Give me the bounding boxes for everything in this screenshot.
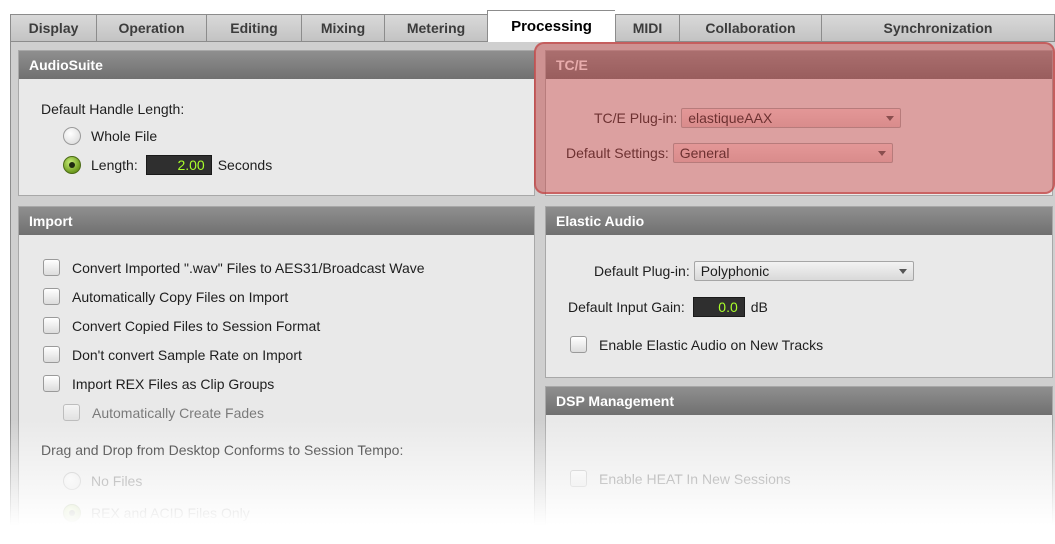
default-plugin-select[interactable]: Polyphonic [693,261,914,281]
elastic-audio-panel: Elastic Audio Default Plug-in: Polyphoni… [545,206,1053,378]
whole-file-label: Whole File [91,128,158,144]
copy-files-checkbox[interactable] [43,288,60,305]
tce-highlight-overlay [534,42,1055,194]
import-option-copy-files[interactable]: Automatically Copy Files on Import [43,288,288,305]
import-option-rex-clip-groups[interactable]: Import REX Files as Clip Groups [43,375,274,392]
dsp-management-panel: DSP Management Enable HEAT In New Sessio… [545,386,1053,544]
tab-processing[interactable]: Processing [487,10,615,42]
create-fades-checkbox[interactable] [63,404,80,421]
default-plugin-value: Polyphonic [700,263,770,279]
import-option-convert-copied[interactable]: Convert Copied Files to Session Format [43,317,320,334]
rex-acid-radio[interactable] [63,504,81,522]
convert-copied-checkbox[interactable] [43,317,60,334]
import-option-create-fades[interactable]: Automatically Create Fades [63,404,264,421]
whole-file-radio[interactable] [63,127,81,145]
rex-acid-label: REX and ACID Files Only [91,505,250,521]
dsp-management-header: DSP Management [546,387,1052,415]
tab-metering[interactable]: Metering [384,14,487,42]
tab-synchronization[interactable]: Synchronization [821,14,1055,42]
copy-files-label: Automatically Copy Files on Import [72,288,289,305]
preferences-tabbar: Display Operation Editing Mixing Meterin… [10,10,1055,42]
audiosuite-header: AudioSuite [19,51,534,79]
default-handle-length-label: Default Handle Length: [41,101,185,117]
no-files-option[interactable]: No Files [63,472,142,490]
seconds-label: Seconds [217,157,273,173]
tab-display[interactable]: Display [10,14,96,42]
chevron-down-icon [898,269,907,274]
whole-file-option[interactable]: Whole File [63,127,157,145]
rex-acid-option[interactable]: REX and ACID Files Only [63,504,250,522]
create-fades-label: Automatically Create Fades [92,404,264,421]
no-files-label: No Files [91,473,143,489]
enable-elastic-option[interactable]: Enable Elastic Audio on New Tracks [570,336,823,353]
enable-elastic-checkbox[interactable] [570,336,587,353]
convert-copied-label: Convert Copied Files to Session Format [72,317,321,334]
no-files-radio[interactable] [63,472,81,490]
sample-rate-checkbox[interactable] [43,346,60,363]
audiosuite-panel: AudioSuite Default Handle Length: Whole … [18,50,535,196]
elastic-audio-header: Elastic Audio [546,207,1052,235]
enable-heat-checkbox[interactable] [570,470,587,487]
convert-wav-checkbox[interactable] [43,259,60,276]
all-files-radio[interactable] [63,534,81,544]
enable-elastic-label: Enable Elastic Audio on New Tracks [599,336,824,353]
tab-midi[interactable]: MIDI [615,14,679,42]
db-label: dB [750,299,768,315]
drag-drop-label: Drag and Drop from Desktop Conforms to S… [41,442,404,458]
length-field[interactable]: 2.00 [145,155,212,175]
enable-heat-label: Enable HEAT In New Sessions [599,470,791,487]
length-label: Length: [91,157,138,173]
tab-editing[interactable]: Editing [206,14,301,42]
rex-clip-groups-checkbox[interactable] [43,375,60,392]
tab-mixing[interactable]: Mixing [301,14,384,42]
tab-operation[interactable]: Operation [96,14,206,42]
default-plugin-label: Default Plug-in: [594,263,690,279]
convert-wav-label: Convert Imported ".wav" Files to AES31/B… [72,259,425,276]
input-gain-field[interactable]: 0.0 [692,297,745,317]
import-option-sample-rate[interactable]: Don't convert Sample Rate on Import [43,346,302,363]
tab-collaboration[interactable]: Collaboration [679,14,821,42]
import-header: Import [19,207,534,235]
rex-clip-groups-label: Import REX Files as Clip Groups [72,375,275,392]
all-files-option[interactable]: All Files [63,534,140,544]
default-input-gain-label: Default Input Gain: [568,299,685,315]
length-radio[interactable] [63,156,81,174]
import-panel: Import Convert Imported ".wav" Files to … [18,206,535,544]
import-option-convert-wav[interactable]: Convert Imported ".wav" Files to AES31/B… [43,259,425,276]
enable-heat-option[interactable]: Enable HEAT In New Sessions [570,470,791,487]
length-option[interactable]: Length: 2.00 Seconds [63,155,272,175]
sample-rate-label: Don't convert Sample Rate on Import [72,346,302,363]
all-files-label: All Files [91,535,141,544]
